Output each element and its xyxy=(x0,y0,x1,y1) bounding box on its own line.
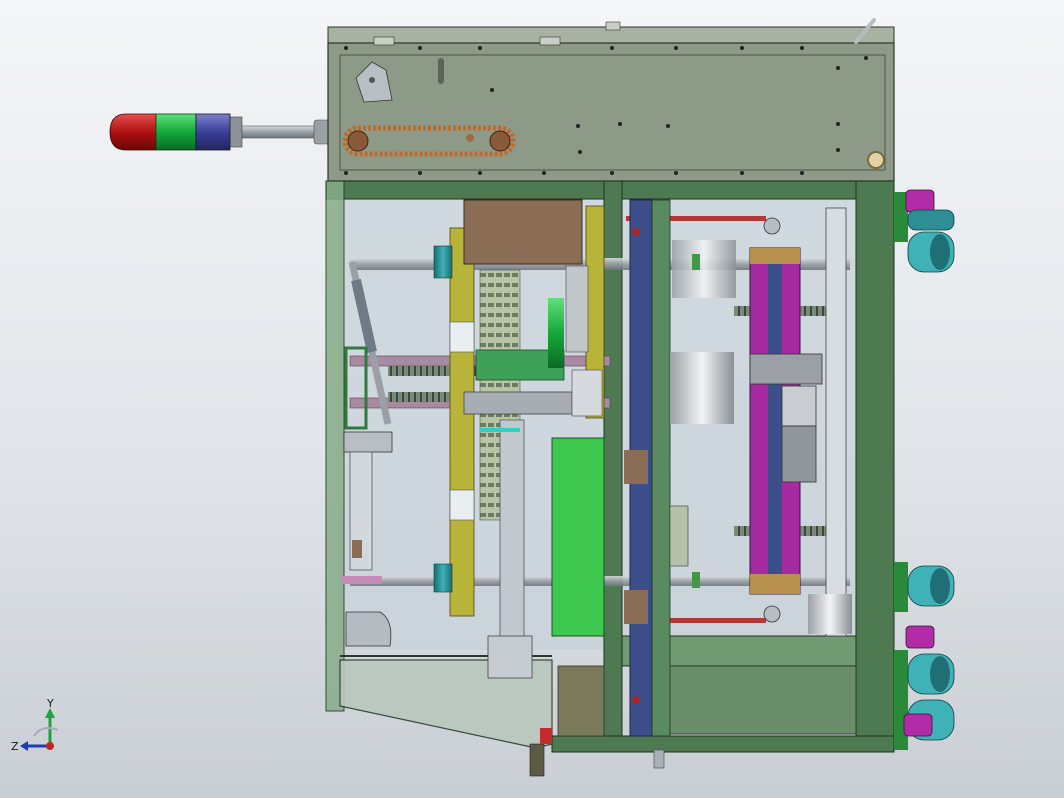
triad-z-arrow xyxy=(20,741,28,751)
idler-sprocket xyxy=(466,134,474,142)
cyan-arm xyxy=(480,428,520,432)
bottom-motor-box xyxy=(557,665,605,737)
bearing-top xyxy=(763,217,781,235)
drive-sprocket-right xyxy=(489,130,511,152)
sensor-block xyxy=(571,369,603,417)
signal-tower-green-lamp xyxy=(155,113,197,151)
teal-block-top xyxy=(433,245,453,279)
triad-origin xyxy=(46,742,54,750)
grey-sensor-box xyxy=(565,265,589,353)
caster-bottom xyxy=(894,650,955,750)
carriage-center-strip xyxy=(768,248,782,594)
carriage-grey xyxy=(463,391,573,415)
olive-column xyxy=(449,227,475,617)
servo-plate xyxy=(749,353,823,385)
green-stud-bottom xyxy=(692,572,700,588)
linkage-bracket xyxy=(343,431,393,453)
triad-y-label: Y xyxy=(46,697,54,710)
hinge-left xyxy=(373,36,395,46)
red-stop-block xyxy=(540,728,552,744)
motor-brown-box xyxy=(463,199,583,265)
hinge-right xyxy=(539,36,561,46)
rail-stop-upper xyxy=(624,450,648,484)
lower-foot-center xyxy=(653,749,665,769)
casters xyxy=(894,189,955,750)
slot-bracket xyxy=(438,58,444,84)
white-block-2 xyxy=(449,489,475,521)
vertical-slider xyxy=(499,419,525,661)
cam-pivot xyxy=(369,77,375,83)
rail-green-track xyxy=(651,199,671,737)
bearing-bottom xyxy=(763,605,781,623)
signal-tower-red-lamp xyxy=(109,113,157,151)
frame-right-post xyxy=(855,180,895,752)
lower-left-bracket xyxy=(345,611,392,647)
roll-cylinder-mid xyxy=(670,352,734,424)
top-control-box xyxy=(327,18,895,182)
bottom-mount xyxy=(487,635,533,679)
top-box-body xyxy=(327,42,895,182)
rail-bolt-top xyxy=(632,228,640,236)
magenta-slide xyxy=(342,576,382,584)
triad-ring xyxy=(33,727,59,737)
green-stud-top xyxy=(692,254,700,270)
caster-middle xyxy=(894,562,955,649)
carriage-tan-top xyxy=(750,248,800,264)
axis-triad: Y Z xyxy=(11,697,59,753)
green-cylinder-small xyxy=(548,298,564,368)
servo-motor-lower xyxy=(781,425,817,483)
lower-foot-left xyxy=(529,743,545,777)
clamp-block xyxy=(669,505,689,567)
caster-top xyxy=(894,189,955,273)
indicator-button[interactable] xyxy=(867,151,885,169)
lid-latch xyxy=(605,21,621,31)
frame-left-post xyxy=(325,180,345,712)
translucent-plate xyxy=(825,207,847,637)
rail-bolt-bottom xyxy=(632,696,640,704)
carriage-tan-bottom xyxy=(750,574,800,594)
roll-cylinder-top xyxy=(672,240,736,298)
servo-motor-upper xyxy=(781,385,817,427)
rail-stop-lower xyxy=(624,590,648,624)
signal-tower xyxy=(109,113,331,151)
guide-carriage xyxy=(352,540,362,558)
white-block-1 xyxy=(449,321,475,353)
drive-sprocket-left xyxy=(347,130,369,152)
lower-cabinet xyxy=(667,665,857,735)
lower-drum xyxy=(808,594,852,634)
cad-viewport[interactable]: Y Z xyxy=(0,0,1064,798)
frame-bottom-beam xyxy=(551,735,895,753)
signal-tower-blue-lamp xyxy=(195,113,231,151)
motor-housing-green xyxy=(551,437,605,637)
triad-z-label: Z xyxy=(11,740,19,753)
vertical-rail xyxy=(624,199,671,737)
teal-block-bottom xyxy=(433,563,453,593)
